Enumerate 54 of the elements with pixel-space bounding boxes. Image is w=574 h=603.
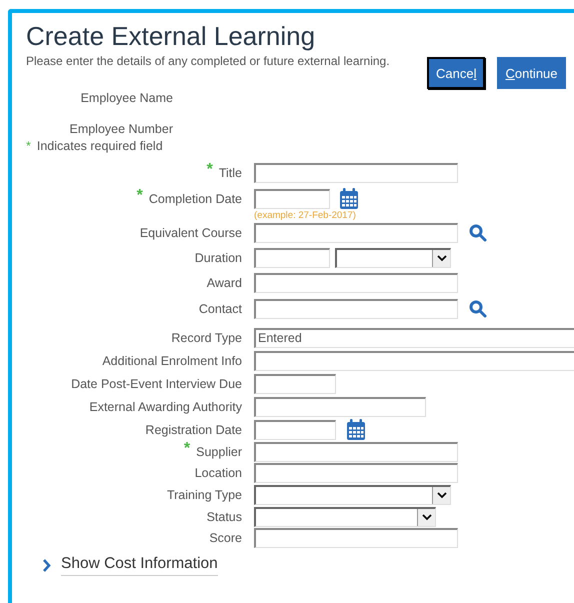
field-label: Title: [218, 166, 242, 180]
dropdown-field[interactable]: [254, 484, 451, 504]
field-label: Supplier: [196, 444, 242, 458]
input-field[interactable]: [254, 528, 458, 548]
field-label: Score: [209, 530, 242, 544]
input-field[interactable]: [254, 374, 336, 394]
input-field[interactable]: [254, 222, 458, 242]
field-label: Date Post-Event Interview Due: [71, 376, 242, 390]
field-label: Record Type: [171, 330, 242, 344]
required-mark: *: [206, 160, 213, 178]
field-label: Additional Enrolment Info: [102, 354, 242, 368]
input-field[interactable]: [254, 272, 458, 292]
input-field[interactable]: [254, 462, 458, 482]
field-label: Registration Date: [145, 422, 242, 436]
required-mark: *: [136, 186, 143, 204]
input-field[interactable]: Entered: [254, 328, 574, 348]
page-title: Create External Learning: [26, 21, 316, 51]
required-mark: *: [26, 139, 31, 153]
search-icon[interactable]: [469, 300, 487, 318]
chevron-down-icon: [436, 254, 446, 262]
input-field[interactable]: [254, 442, 458, 462]
input-field[interactable]: [254, 350, 574, 370]
input-field[interactable]: [254, 162, 458, 182]
chevron-down-icon: [436, 492, 446, 498]
required-mark: *: [184, 440, 190, 458]
field-label: Award: [206, 276, 242, 290]
field-label: Location: [194, 466, 242, 480]
input-field[interactable]: [254, 420, 336, 440]
cancel-button[interactable]: Cancel: [427, 57, 486, 89]
input-field[interactable]: [254, 396, 426, 416]
field-label: Status: [206, 510, 242, 524]
chevron-right-icon[interactable]: [42, 559, 51, 572]
calendar-icon[interactable]: [339, 188, 359, 210]
format-hint: (example: 27-Feb-2017): [254, 210, 357, 221]
dropdown-field[interactable]: [254, 506, 436, 526]
continue-button[interactable]: Continue: [497, 57, 566, 89]
input-field[interactable]: [254, 188, 330, 208]
input-field[interactable]: [254, 248, 330, 268]
field-label: External Awarding Authority: [89, 400, 242, 414]
chevron-down-icon: [422, 514, 432, 520]
show-cost-link[interactable]: Show Cost Information: [61, 555, 218, 576]
intro-text: Please enter the details of any completed or future external learning.: [26, 54, 391, 68]
field-label: Equivalent Course: [140, 226, 242, 240]
field-label: Completion Date: [148, 192, 242, 206]
required-note: Indicates required field: [36, 139, 163, 153]
field-label: Employee Number: [68, 122, 173, 136]
dropdown-field[interactable]: [335, 248, 451, 268]
field-label: Employee Name: [80, 91, 173, 105]
field-label: Duration: [194, 250, 242, 264]
calendar-icon[interactable]: [346, 418, 366, 440]
field-label: Contact: [198, 302, 242, 316]
search-icon[interactable]: [469, 224, 487, 242]
input-field[interactable]: [254, 298, 458, 318]
field-label: Training Type: [166, 488, 242, 502]
